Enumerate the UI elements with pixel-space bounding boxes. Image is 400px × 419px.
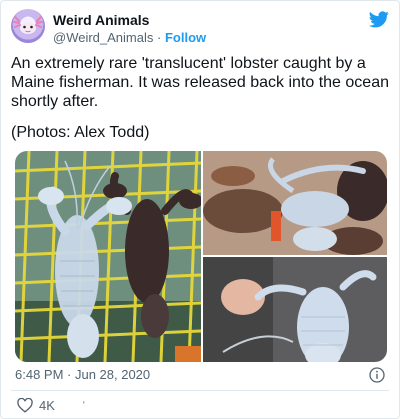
- tweet-actions: 4K ': [17, 398, 85, 413]
- tweet-card: Weird Animals @Weird_Animals · Follow An…: [0, 0, 400, 419]
- tweet-timestamp[interactable]: 6:48 PM · Jun 28, 2020: [15, 367, 150, 382]
- translucent-lobster-on-trap-photo: [15, 151, 201, 362]
- photo-lobster-in-hand[interactable]: [203, 257, 387, 362]
- tweet-header: Weird Animals @Weird_Animals · Follow: [11, 9, 389, 49]
- like-count: 4K: [39, 398, 55, 413]
- photo-translucent-lobster-trap[interactable]: [15, 151, 201, 362]
- photo-lobster-pile[interactable]: [203, 151, 387, 255]
- like-action[interactable]: 4K: [17, 398, 55, 413]
- actions-separator: ': [82, 398, 86, 413]
- author-avatar[interactable]: [11, 9, 45, 43]
- follow-button[interactable]: Follow: [165, 30, 206, 45]
- lobster-pile-photo: [203, 151, 387, 255]
- divider: [11, 390, 389, 391]
- tweet-text: An extremely rare 'translucent' lobster …: [11, 55, 389, 110]
- handle-separator: ·: [157, 30, 162, 45]
- author-display-name[interactable]: Weird Animals: [53, 12, 206, 29]
- lobster-held-in-hand-photo: [203, 257, 387, 362]
- author-names: Weird Animals @Weird_Animals · Follow: [53, 12, 206, 46]
- heart-icon: [17, 398, 33, 413]
- twitter-bird-icon[interactable]: [369, 11, 389, 28]
- info-icon[interactable]: [369, 367, 385, 383]
- axolotl-icon: [13, 16, 43, 34]
- author-handle-row: @Weird_Animals · Follow: [53, 29, 206, 46]
- media-grid: [15, 151, 387, 362]
- photo-credit: (Photos: Alex Todd): [11, 124, 150, 141]
- author-handle[interactable]: @Weird_Animals: [53, 30, 153, 45]
